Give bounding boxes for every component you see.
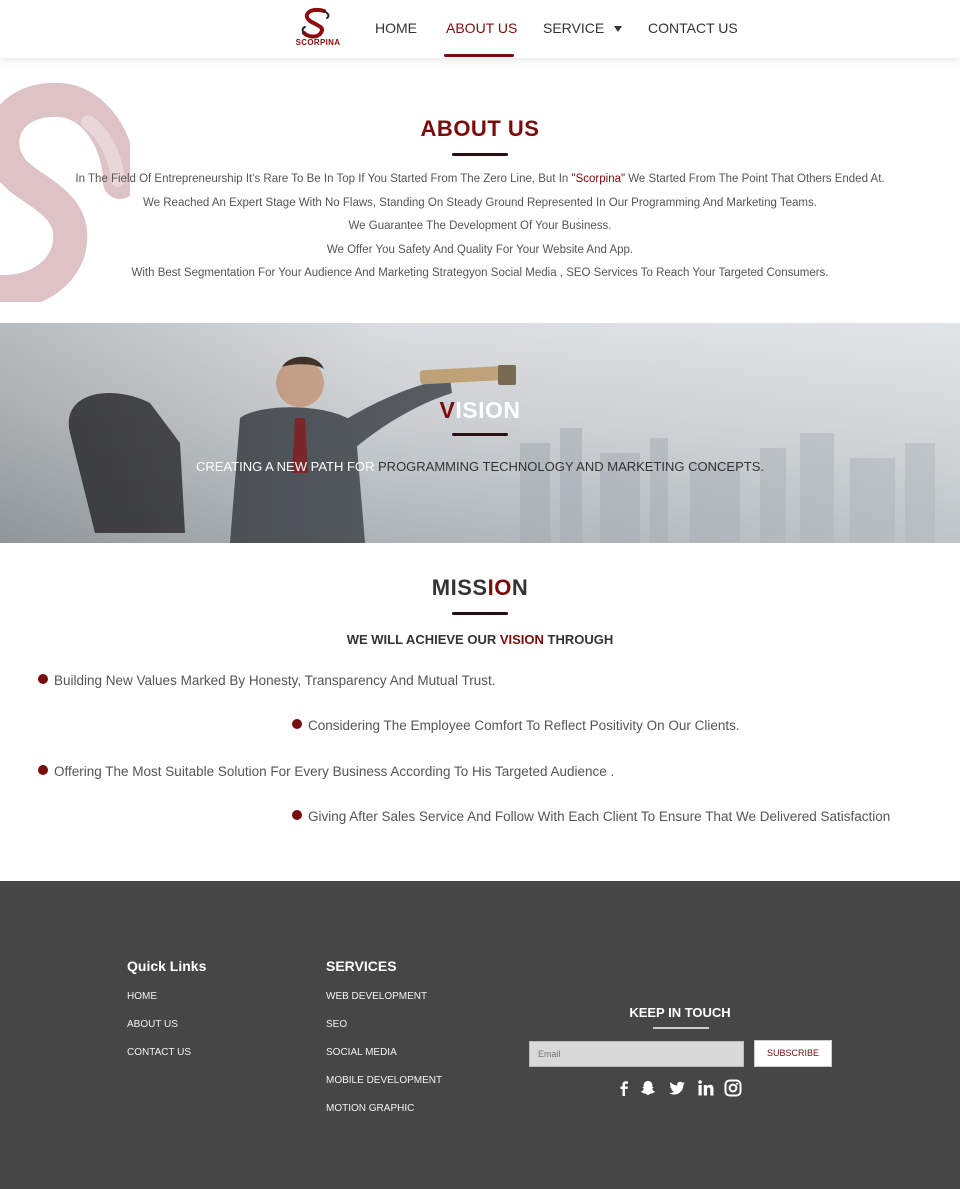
about-paragraph-1: In The Field Of Entrepreneurship It's Ra… [0,173,960,185]
vision-title-underline [452,433,508,436]
quick-links-heading: Quick Links [127,958,207,974]
scorpina-logo[interactable]: SCORPINA [290,7,346,51]
facebook-icon[interactable] [615,1079,633,1097]
bullet-dot-icon [292,810,302,820]
mission-sub-highlight: VISION [499,632,544,647]
mission-bullet-1: Building New Values Marked By Honesty, T… [38,673,495,688]
vision-title-accent: V [439,397,456,423]
nav-about-us[interactable]: ABOUT US [446,20,517,36]
footer-link-mobile-development[interactable]: MOBILE DEVELOPMENT [326,1075,442,1086]
mission-title: MISSION [0,575,960,601]
vision-title-rest: ISION [455,397,521,423]
nav-home[interactable]: HOME [375,20,417,36]
about-paragraph-4: We Offer You Safety And Quality For Your… [326,244,634,256]
footer: Quick Links HOME ABOUT US CONTACT US SER… [0,881,960,1189]
about-title: ABOUT US [420,116,540,141]
nav-service[interactable]: SERVICE [543,20,623,36]
subscribe-button[interactable]: SUBSCRIBE [754,1040,832,1067]
keep-in-touch-underline [653,1027,709,1029]
footer-link-contact-us[interactable]: CONTACT US [127,1047,191,1058]
services-heading: SERVICES [326,958,397,974]
bullet-dot-icon [292,719,302,729]
mission-bullet-text: Offering The Most Suitable Solution For … [54,764,615,779]
logo-wordmark: SCORPINA [295,38,341,47]
mission-sub-post: THROUGH [543,632,614,647]
vision-text-part-1: CREATING A NEW PATH FOR [196,459,379,474]
mission-title-accent: IO [487,575,512,600]
vision-text-part-2: PROGRAMMING TECHNOLOGY AND MARKETING CON… [378,459,764,474]
scorpion-s-icon [301,8,330,39]
vision-title: VISION [0,397,960,424]
snapchat-icon[interactable] [639,1079,657,1097]
footer-link-about-us[interactable]: ABOUT US [127,1019,178,1030]
nav-contact-us[interactable]: CONTACT US [648,20,738,36]
bullet-dot-icon [38,674,48,684]
nav-service-label: SERVICE [543,20,605,36]
mission-title-part-2: N [511,575,529,600]
footer-link-social-media[interactable]: SOCIAL MEDIA [326,1047,397,1058]
mission-bullet-text: Building New Values Marked By Honesty, T… [54,673,496,688]
mission-bullet-text: Considering The Employee Comfort To Refl… [308,718,740,733]
vision-statement: CREATING A NEW PATH FOR PROGRAMMING TECH… [0,459,960,474]
newsletter-email-input[interactable] [529,1041,744,1067]
footer-link-motion-graphic[interactable]: MOTION GRAPHIC [326,1103,414,1114]
mission-subtitle: WE WILL ACHIEVE OUR VISION THROUGH [0,632,960,647]
footer-link-home[interactable]: HOME [127,991,157,1002]
footer-link-web-development[interactable]: WEB DEVELOPMENT [326,991,427,1002]
mission-title-part-1: MISS [431,575,488,600]
instagram-icon[interactable] [724,1079,742,1097]
vision-banner: VISION CREATING A NEW PATH FOR PROGRAMMI… [0,323,960,543]
about-paragraph-2: We Reached An Expert Stage With No Flaws… [143,197,817,209]
about-paragraph-3: We Guarantee The Development Of Your Bus… [348,220,612,232]
keep-in-touch-heading: KEEP IN TOUCH [629,1005,731,1020]
about-title-underline [452,153,508,156]
caret-down-icon [614,26,623,33]
about-line-1-text: In The Field Of Entrepreneurship It's Ra… [75,173,572,185]
mission-bullet-text: Giving After Sales Service And Follow Wi… [308,809,891,824]
bullet-dot-icon [38,765,48,775]
brand-name: "Scorpina" [571,173,626,185]
mission-title-underline [452,612,508,615]
mission-bullet-4: Giving After Sales Service And Follow Wi… [292,809,890,824]
mission-sub-pre: WE WILL ACHIEVE OUR [346,632,500,647]
footer-link-seo[interactable]: SEO [326,1019,347,1030]
active-nav-indicator [444,54,514,57]
about-line-1-end: We Started From The Point That Others En… [625,173,885,185]
top-navbar: SCORPINA HOME ABOUT US SERVICE CONTACT U… [0,0,960,58]
linkedin-icon[interactable] [697,1079,715,1097]
mission-bullet-3: Offering The Most Suitable Solution For … [38,764,614,779]
mission-bullet-2: Considering The Employee Comfort To Refl… [292,718,740,733]
about-paragraph-5: With Best Segmentation For Your Audience… [131,267,829,279]
twitter-icon[interactable] [668,1079,686,1097]
